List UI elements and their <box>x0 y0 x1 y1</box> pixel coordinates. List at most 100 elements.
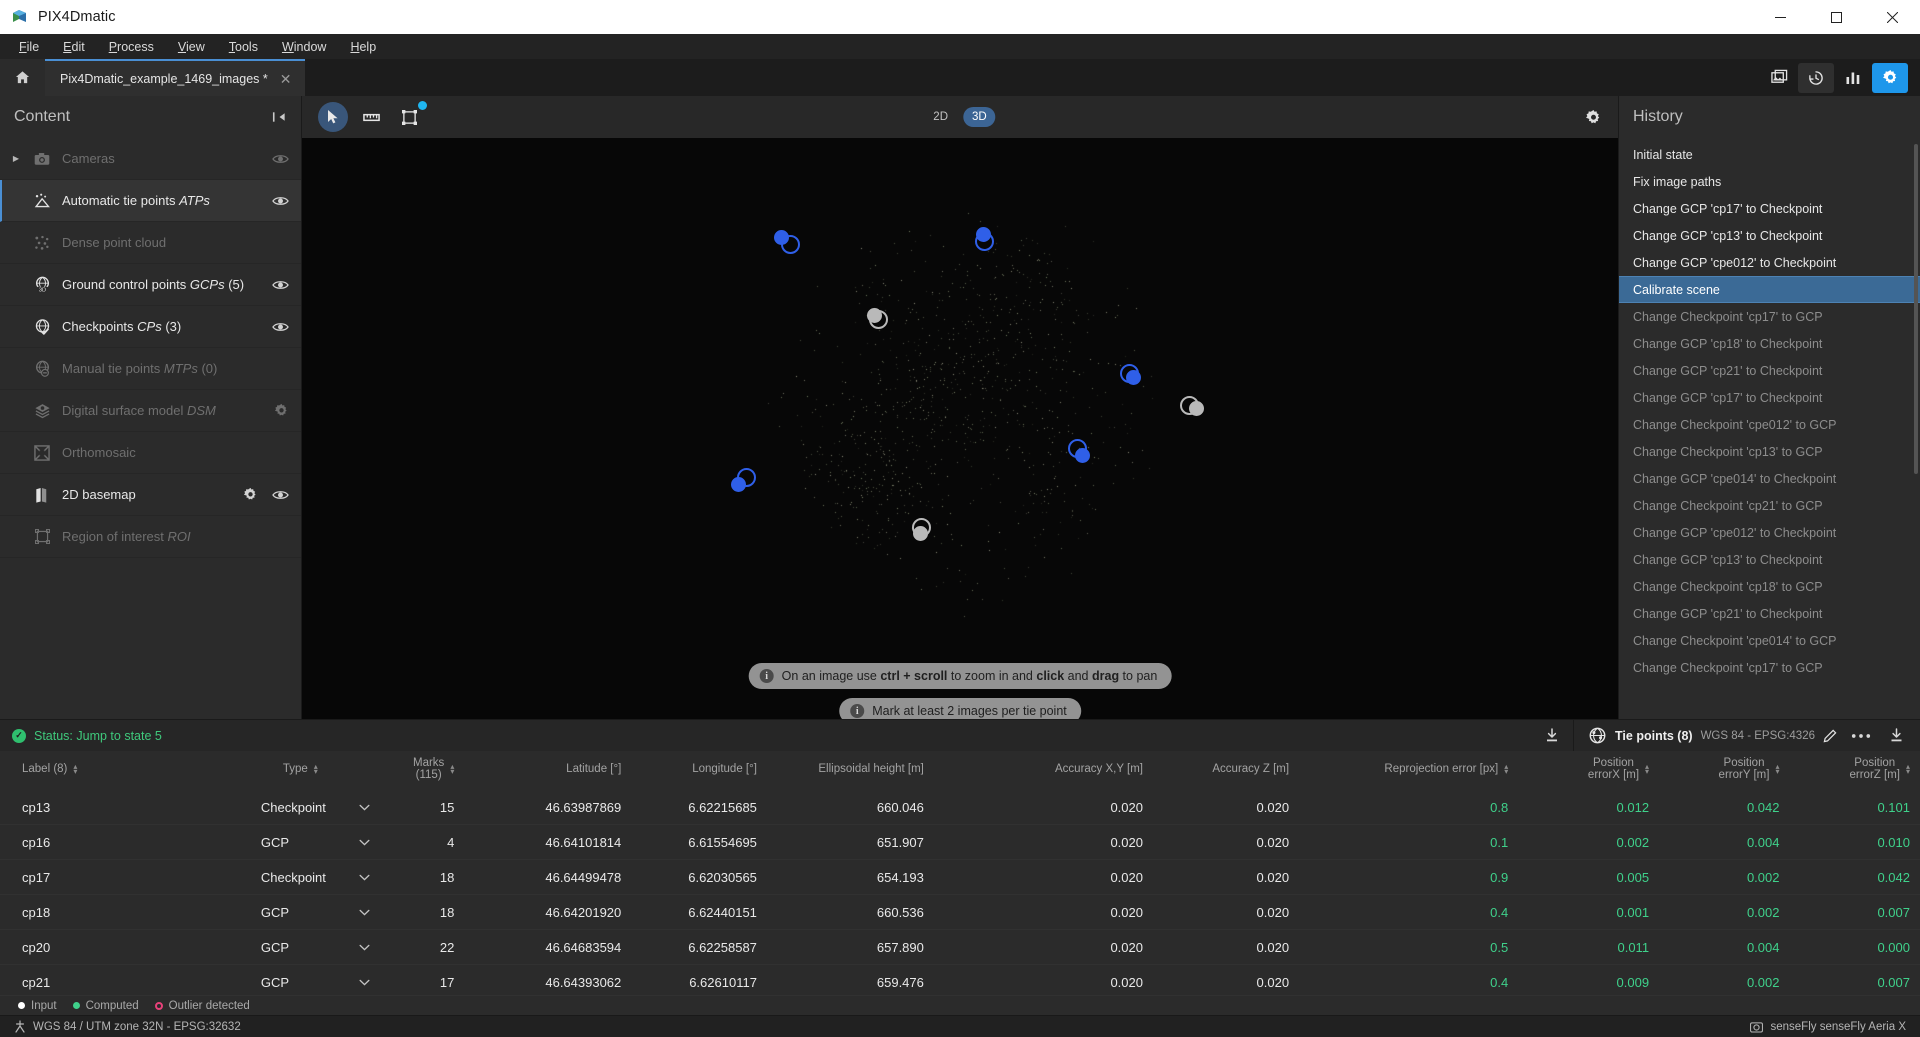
3d-viewport-canvas[interactable]: i On an image use ctrl + scroll to zoom … <box>302 138 1618 719</box>
content-item-2d-basemap[interactable]: 2D basemap <box>0 474 301 516</box>
collapse-panel-icon[interactable] <box>272 110 287 124</box>
table-row[interactable]: cp20GCP2246.646835946.62258587657.8900.0… <box>0 930 1920 965</box>
maximize-button[interactable] <box>1808 0 1864 34</box>
content-item-region-of-interest[interactable]: Region of interest ROI <box>0 516 301 558</box>
cell-type[interactable]: Checkpoint <box>261 860 371 895</box>
download-icon[interactable] <box>1889 728 1904 743</box>
expand-chevron-icon[interactable]: ▶ <box>10 154 22 163</box>
table-row[interactable]: cp13Checkpoint1546.639878696.62215685660… <box>0 790 1920 825</box>
measure-tool[interactable] <box>356 102 386 132</box>
item-settings-icon[interactable] <box>274 403 289 418</box>
history-item[interactable]: Change GCP 'cp13' to Checkpoint <box>1619 546 1920 573</box>
history-item[interactable]: Change Checkpoint 'cp17' to GCP <box>1619 654 1920 681</box>
tab-2d[interactable]: 2D <box>924 107 957 127</box>
table-header-cell[interactable]: Reprojection error [px]▴▾ <box>1299 751 1518 790</box>
close-button[interactable] <box>1864 0 1920 34</box>
viewport-settings-button[interactable] <box>1585 109 1602 126</box>
tab-3d[interactable]: 3D <box>963 107 996 127</box>
content-item-manual-tie-points[interactable]: Manual tie points MTPs (0) <box>0 348 301 390</box>
history-item[interactable]: Change GCP 'cp21' to Checkpoint <box>1619 357 1920 384</box>
sort-icon[interactable]: ▴▾ <box>450 764 454 774</box>
sort-icon[interactable]: ▴▾ <box>1906 764 1910 774</box>
close-icon[interactable]: ✕ <box>280 72 292 86</box>
history-item[interactable]: Change GCP 'cpe012' to Checkpoint <box>1619 249 1920 276</box>
visibility-eye-icon[interactable] <box>272 321 289 333</box>
menu-window[interactable]: Window <box>271 37 337 57</box>
menu-help[interactable]: Help <box>339 37 387 57</box>
visibility-eye-icon[interactable] <box>272 489 289 501</box>
table-row[interactable]: cp16GCP446.641018146.61554695651.9070.02… <box>0 825 1920 860</box>
table-header-cell[interactable]: PositionerrorX [m]▴▾ <box>1518 751 1659 790</box>
content-item-ground-control-points[interactable]: 3DGround control points GCPs (5) <box>0 264 301 306</box>
cell-type[interactable]: GCP <box>261 965 371 996</box>
sort-icon[interactable]: ▴▾ <box>1775 764 1779 774</box>
menu-process[interactable]: Process <box>98 37 165 57</box>
item-settings-icon[interactable] <box>243 487 258 502</box>
visibility-eye-icon[interactable] <box>272 279 289 291</box>
statistics-panel-icon[interactable] <box>1835 63 1871 93</box>
history-panel-icon[interactable] <box>1798 63 1834 93</box>
cell-type[interactable]: GCP <box>261 895 371 930</box>
history-item[interactable]: Change GCP 'cp17' to Checkpoint <box>1619 384 1920 411</box>
select-tool[interactable] <box>318 102 348 132</box>
history-item[interactable]: Change GCP 'cpe012' to Checkpoint <box>1619 519 1920 546</box>
visibility-eye-icon[interactable] <box>272 195 289 207</box>
table-row[interactable]: cp21GCP1746.643930626.62610117659.4760.0… <box>0 965 1920 996</box>
history-scrollbar[interactable] <box>1914 144 1918 474</box>
sort-icon[interactable]: ▴▾ <box>73 764 77 774</box>
settings-panel-icon[interactable] <box>1872 63 1908 93</box>
table-header-cell[interactable]: Label (8)▴▾ <box>0 751 261 790</box>
visibility-eye-icon[interactable] <box>272 153 289 165</box>
content-item-digital-surface-model[interactable]: Digital surface model DSM <box>0 390 301 432</box>
images-panel-icon[interactable] <box>1761 63 1797 93</box>
table-row[interactable]: cp18GCP1846.642019206.62440151660.5360.0… <box>0 895 1920 930</box>
history-item[interactable]: Calibrate scene <box>1619 276 1920 303</box>
pencil-icon[interactable] <box>1823 729 1837 743</box>
content-item-cameras[interactable]: ▶Cameras <box>0 138 301 180</box>
table-header-cell[interactable]: PositionerrorZ [m]▴▾ <box>1789 751 1920 790</box>
sort-icon[interactable]: ▴▾ <box>1504 764 1508 774</box>
history-item[interactable]: Change GCP 'cp18' to Checkpoint <box>1619 330 1920 357</box>
tiepoints-table-wrapper[interactable]: Label (8)▴▾Type▴▾Marks(115)▴▾Latitude [°… <box>0 751 1920 995</box>
sort-icon[interactable]: ▴▾ <box>1645 764 1649 774</box>
history-item[interactable]: Change Checkpoint 'cp17' to GCP <box>1619 303 1920 330</box>
cell-type[interactable]: GCP <box>261 825 371 860</box>
history-item[interactable]: Change GCP 'cpe014' to Checkpoint <box>1619 465 1920 492</box>
project-tab[interactable]: Pix4Dmatic_example_1469_images * ✕ <box>45 59 305 96</box>
content-item-orthomosaic[interactable]: Orthomosaic <box>0 432 301 474</box>
table-header-cell[interactable]: Ellipsoidal height [m] <box>767 751 934 790</box>
menu-edit[interactable]: Edit <box>52 37 96 57</box>
cell-type[interactable]: Checkpoint <box>261 790 371 825</box>
history-item[interactable]: Change Checkpoint 'cp13' to GCP <box>1619 438 1920 465</box>
table-header-cell[interactable]: Accuracy Z [m] <box>1153 751 1299 790</box>
content-item-dense-point-cloud[interactable]: Dense point cloud <box>0 222 301 264</box>
export-icon[interactable] <box>1545 728 1573 743</box>
history-item[interactable]: Change GCP 'cp17' to Checkpoint <box>1619 195 1920 222</box>
menu-view[interactable]: View <box>167 37 216 57</box>
content-item-checkpoints[interactable]: Checkpoints CPs (3) <box>0 306 301 348</box>
table-row[interactable]: cp17Checkpoint1846.644994786.62030565654… <box>0 860 1920 895</box>
menu-tools[interactable]: Tools <box>218 37 269 57</box>
history-item[interactable]: Change GCP 'cp21' to Checkpoint <box>1619 600 1920 627</box>
history-item[interactable]: Change Checkpoint 'cpe012' to GCP <box>1619 411 1920 438</box>
table-header-cell[interactable]: Type▴▾ <box>261 751 371 790</box>
menu-file[interactable]: File <box>8 37 50 57</box>
table-header-cell[interactable]: PositionerrorY [m]▴▾ <box>1659 751 1789 790</box>
table-header-cell[interactable]: Longitude [°] <box>631 751 767 790</box>
sort-icon[interactable]: ▴▾ <box>314 764 318 774</box>
history-item[interactable]: Change Checkpoint 'cp21' to GCP <box>1619 492 1920 519</box>
table-header-cell[interactable]: Marks(115)▴▾ <box>370 751 464 790</box>
table-header-cell[interactable]: Accuracy X,Y [m] <box>934 751 1153 790</box>
minimize-button[interactable] <box>1752 0 1808 34</box>
history-item[interactable]: Initial state <box>1619 141 1920 168</box>
history-item[interactable]: Change Checkpoint 'cp18' to GCP <box>1619 573 1920 600</box>
content-item-automatic-tie-points[interactable]: Automatic tie points ATPs <box>0 180 301 222</box>
roi-tool[interactable] <box>394 102 424 132</box>
home-tab[interactable] <box>0 59 45 96</box>
history-item[interactable]: Change GCP 'cp13' to Checkpoint <box>1619 222 1920 249</box>
table-header-cell[interactable]: Latitude [°] <box>464 751 631 790</box>
history-item[interactable]: Change Checkpoint 'cpe014' to GCP <box>1619 627 1920 654</box>
cell-type[interactable]: GCP <box>261 930 371 965</box>
history-item[interactable]: Fix image paths <box>1619 168 1920 195</box>
more-options-icon[interactable] <box>1851 733 1871 739</box>
